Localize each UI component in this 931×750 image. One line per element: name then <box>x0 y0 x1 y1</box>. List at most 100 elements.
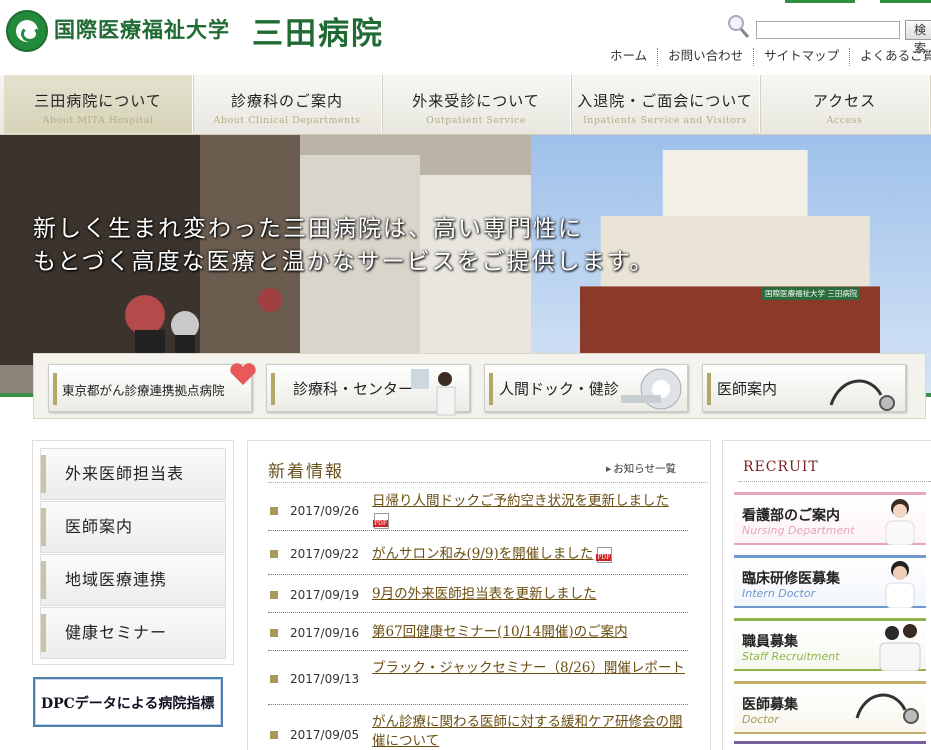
bullet-icon <box>270 731 278 739</box>
nav-about[interactable]: 三田病院について About MITA Hospital <box>4 75 193 133</box>
quick-link-accent <box>271 373 275 405</box>
search-button[interactable]: 検索 <box>905 20 931 55</box>
nav-label: アクセス <box>812 92 877 110</box>
news-date: 2017/09/19 <box>290 588 360 602</box>
search-input[interactable] <box>756 21 900 39</box>
bullet-icon <box>270 591 278 599</box>
nav-label: 入退院・ご面会について <box>577 92 753 110</box>
utility-link-sitemap[interactable]: サイトマップ <box>753 48 849 66</box>
recruit-sublabel: Nursing Department <box>742 524 855 537</box>
global-nav: 三田病院について About MITA Hospital 診療科のご案内 Abo… <box>0 75 931 135</box>
news-item: 2017/09/19 9月の外来医師担当表を更新しました <box>268 575 688 613</box>
recruit-nursing[interactable]: 看護部のご案内 Nursing Department <box>734 492 926 545</box>
news-date: 2017/09/13 <box>290 672 360 686</box>
news-item: 2017/09/16 第67回健康セミナー(10/14開催)のご案内 <box>268 613 688 651</box>
news-link[interactable]: がん診療に関わる医師に対する緩和ケア研修会の開催について <box>372 713 690 750</box>
left-menu-regional-cooperation[interactable]: 地域医療連携 <box>40 554 226 606</box>
nav-outpatient[interactable]: 外来受診について Outpatient Service <box>382 75 571 133</box>
recruit-title: RECRUIT <box>743 459 819 475</box>
recruit-intern[interactable]: 臨床研修医募集 Intern Doctor <box>734 555 926 608</box>
quick-link-label: 東京都がん診療連携拠点病院 <box>62 383 225 398</box>
news-link[interactable]: 日帰り人間ドックご予約空き状況を更新しました <box>372 492 690 530</box>
recruit-staff[interactable]: 職員募集 Staff Recruitment <box>734 618 926 671</box>
news-more-link[interactable]: お知らせ一覧 <box>606 461 676 476</box>
news-link[interactable]: がんサロン和み(9/9)を開催しました <box>372 545 690 564</box>
recruit-sublabel: Doctor <box>742 713 779 726</box>
recruit-label: 職員募集 <box>742 634 798 650</box>
site-header: 国際医療福祉大学 三田病院 検索 ホーム お問い合わせ サイトマップ よくあるご… <box>0 0 931 75</box>
news-title: 新着情報 <box>268 462 344 482</box>
nav-access[interactable]: アクセス Access <box>760 75 930 133</box>
bullet-icon <box>270 675 278 683</box>
nav-label: 外来受診について <box>412 92 540 110</box>
left-menu-outpatient-schedule[interactable]: 外来医師担当表 <box>40 448 226 500</box>
nav-label: 診療科のご案内 <box>230 92 343 110</box>
news-link[interactable]: 9月の外来医師担当表を更新しました <box>372 585 690 604</box>
news-link[interactable]: ブラック・ジャックセミナー（8/26）開催レポート <box>372 659 690 678</box>
news-divider <box>268 481 708 483</box>
quick-link-departments[interactable]: 診療科・センター <box>266 364 470 416</box>
quick-link-accent <box>489 373 493 405</box>
quick-link-cancer-hospital[interactable]: 東京都がん診療連携拠点病院 <box>48 363 256 412</box>
quick-link-accent <box>53 373 57 405</box>
recruit-doctor[interactable]: 医師募集 Doctor <box>734 681 926 734</box>
left-menu-doctors[interactable]: 医師案内 <box>40 501 226 553</box>
header-accent-line-2 <box>880 0 931 3</box>
left-menu: 外来医師担当表 医師案内 地域医療連携 健康セミナー <box>32 440 234 665</box>
quick-link-accent <box>707 373 711 405</box>
utility-link-contact[interactable]: お問い合わせ <box>657 48 753 66</box>
bullet-icon <box>270 507 278 515</box>
doctor-xray-icon <box>411 369 456 416</box>
quick-link-doctors[interactable]: 医師案内 <box>702 364 906 412</box>
utility-link-faq[interactable]: よくあるご質問 <box>849 48 931 66</box>
stethoscope-icon <box>829 379 895 411</box>
left-menu-health-seminar[interactable]: 健康セミナー <box>40 607 226 659</box>
news-date: 2017/09/22 <box>290 547 360 561</box>
quick-link-label: 医師案内 <box>717 380 778 398</box>
nav-sublabel: Access <box>826 115 863 126</box>
nav-sublabel: About MITA Hospital <box>42 115 154 126</box>
university-name[interactable]: 国際医療福祉大学 <box>54 14 230 44</box>
hero-tagline: 新しく生まれ変わった三田病院は、高い専門性に もとづく高度な医療と温かなサービス… <box>33 213 654 279</box>
quick-link-health-checkup[interactable]: 人間ドック・健診 <box>484 364 688 412</box>
bullet-icon <box>270 550 278 558</box>
hospital-name[interactable]: 三田病院 <box>252 8 384 53</box>
pdf-icon <box>373 512 389 529</box>
quick-links: 東京都がん診療連携拠点病院 診療科・センター 人間ドック・健診 医師案内 <box>33 353 926 419</box>
hero-tagline-line2: もとづく高度な医療と温かなサービスをご提供します。 <box>33 249 655 275</box>
news-item: 2017/09/22 がんサロン和み(9/9)を開催しました <box>268 531 688 575</box>
search-icon <box>728 15 750 38</box>
recruit-label: 医師募集 <box>742 697 798 713</box>
nurse-photo <box>885 499 915 545</box>
recruit-label: 臨床研修医募集 <box>742 571 840 587</box>
utility-link-home[interactable]: ホーム <box>600 48 657 66</box>
recruit-next-item <box>734 741 926 744</box>
nav-sublabel: Outpatient Service <box>426 115 526 126</box>
news-date: 2017/09/16 <box>290 626 360 640</box>
quick-link-label: 診療科・センター <box>293 380 414 398</box>
news-item: 2017/09/26 日帰り人間ドックご予約空き状況を更新しました <box>268 487 688 531</box>
news-item: 2017/09/05 がん診療に関わる医師に対する緩和ケア研修会の開催について <box>268 705 688 750</box>
news-panel: 新着情報 お知らせ一覧 2017/09/26 日帰り人間ドックご予約空き状況を更… <box>247 440 711 750</box>
intern-photo <box>885 561 915 608</box>
hospital-sign: 国際医療福祉大学 三田病院 <box>762 287 861 300</box>
stethoscope-icon <box>855 693 919 724</box>
news-date: 2017/09/26 <box>290 504 360 518</box>
nav-inpatient[interactable]: 入退院・ご面会について Inpatients Service and Visit… <box>571 75 760 133</box>
university-logo-icon[interactable] <box>6 10 48 52</box>
news-item: 2017/09/13 ブラック・ジャックセミナー（8/26）開催レポート <box>268 651 688 705</box>
nav-sublabel: Inpatients Service and Visitors <box>583 115 747 126</box>
recruit-panel: RECRUIT 看護部のご案内 Nursing Department 臨床研修医… <box>722 440 931 750</box>
quick-link-label: 人間ドック・健診 <box>499 380 619 398</box>
ct-scanner-icon <box>621 368 682 410</box>
nav-departments[interactable]: 診療科のご案内 About Clinical Departments <box>193 75 382 133</box>
recruit-label: 看護部のご案内 <box>742 508 840 524</box>
nav-sublabel: About Clinical Departments <box>213 115 361 126</box>
dpc-banner[interactable]: DPCデータによる病院指標 <box>33 677 223 727</box>
pdf-icon <box>596 546 613 563</box>
recruit-sublabel: Staff Recruitment <box>742 650 840 663</box>
news-link-text: がんサロン和み(9/9)を開催しました <box>372 546 594 562</box>
heart-hand-icon <box>230 363 256 385</box>
nav-label: 三田病院について <box>34 92 162 110</box>
news-link[interactable]: 第67回健康セミナー(10/14開催)のご案内 <box>372 623 690 642</box>
